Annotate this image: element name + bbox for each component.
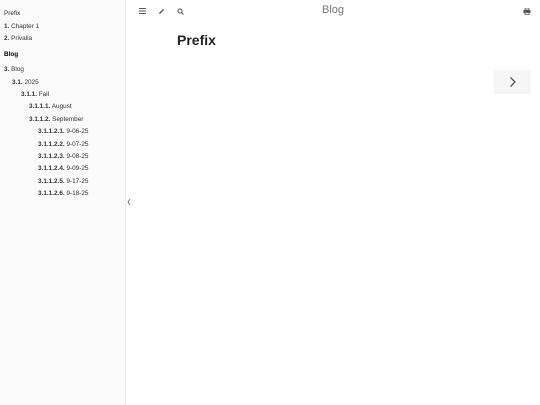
- sidebar-item-label: September: [52, 116, 84, 123]
- part-title: Blog: [4, 51, 19, 58]
- sidebar-item-number: 3.1.1.2.5.: [38, 178, 65, 185]
- sidebar-resize-handle[interactable]: [126, 198, 132, 208]
- sidebar-item-number: 3.1.1.1.: [29, 103, 51, 110]
- sidebar-item-blog[interactable]: 3. Blog: [4, 66, 24, 74]
- sidebar: Prefix 1. Chapter 1 2. Privalia Blog 3. …: [0, 0, 126, 405]
- sidebar-item-label: 9-06-25: [66, 128, 89, 135]
- sidebar-item-september[interactable]: 3.1.1.2. September: [29, 116, 83, 124]
- sidebar-item-label: 9-07-25: [66, 141, 89, 148]
- book-title: Blog: [321, 4, 345, 16]
- sidebar-item-9-18-25[interactable]: 3.1.1.2.6. 9-18-25: [38, 190, 88, 198]
- sidebar-item-number: 3.1.1.2.3.: [38, 153, 65, 160]
- sidebar-item-label: August: [51, 103, 72, 110]
- sidebar-item-number: 1.: [4, 23, 10, 30]
- menu-bar: Blog: [126, 0, 540, 22]
- sidebar-item-label: 9-09-25: [66, 165, 89, 172]
- sidebar-item-number: 3.1.1.2.6.: [38, 190, 65, 197]
- print-icon: [523, 7, 531, 15]
- sidebar-item-number: 3.1.1.: [21, 91, 37, 98]
- sidebar-item-label: 9-08-25: [66, 153, 89, 160]
- sidebar-item-9-08-25[interactable]: 3.1.1.2.3. 9-08-25: [38, 153, 88, 161]
- sidebar-item-number: 3.1.: [12, 79, 23, 86]
- sidebar-item-label: Blog: [11, 66, 24, 73]
- sidebar-item-number: 3.1.1.2.: [29, 116, 51, 123]
- sidebar-item-label: Chapter 1: [11, 23, 40, 30]
- sidebar-item-label: 9-18-25: [66, 190, 89, 197]
- sidebar-item-label: Prefix: [4, 10, 21, 17]
- sidebar-item-9-07-25[interactable]: 3.1.1.2.2. 9-07-25: [38, 141, 88, 149]
- sidebar-item-9-09-25[interactable]: 3.1.1.2.4. 9-09-25: [38, 165, 88, 173]
- sidebar-item-label: 9-17-25: [66, 178, 89, 185]
- sidebar-item-number: 2.: [4, 35, 10, 42]
- sidebar-item-2025[interactable]: 3.1. 2025: [12, 79, 39, 87]
- sidebar-item-chapter-1[interactable]: 1. Chapter 1: [4, 23, 39, 31]
- sidebar-item-label: Fall: [38, 91, 50, 98]
- sidebar-item-9-17-25[interactable]: 3.1.1.2.5. 9-17-25: [38, 178, 88, 186]
- sidebar-item-privalia[interactable]: 2. Privalia: [4, 35, 32, 43]
- sidebar-item-prefix[interactable]: Prefix: [4, 10, 20, 18]
- page-title: Prefix: [177, 32, 216, 48]
- sidebar-item-number: 3.1.1.2.1.: [38, 128, 65, 135]
- sidebar-item-fall[interactable]: 3.1.1. Fall: [21, 91, 49, 99]
- sidebar-item-number: 3.: [4, 66, 10, 73]
- sidebar-item-9-06-25[interactable]: 3.1.1.2.1. 9-06-25: [38, 128, 88, 136]
- chevron-right-icon: [509, 77, 516, 87]
- print-button[interactable]: [521, 5, 533, 17]
- resize-grip-icon: [127, 198, 131, 206]
- sidebar-item-label: Privalia: [11, 35, 33, 42]
- sidebar-item-number: 3.1.1.2.2.: [38, 141, 65, 148]
- sidebar-item-number: 3.1.1.2.4.: [38, 165, 65, 172]
- next-page-button[interactable]: [494, 70, 531, 94]
- sidebar-item-august[interactable]: 3.1.1.1. August: [29, 103, 72, 111]
- sidebar-item-label: 2025: [24, 79, 39, 86]
- main-content: Prefix: [177, 32, 216, 48]
